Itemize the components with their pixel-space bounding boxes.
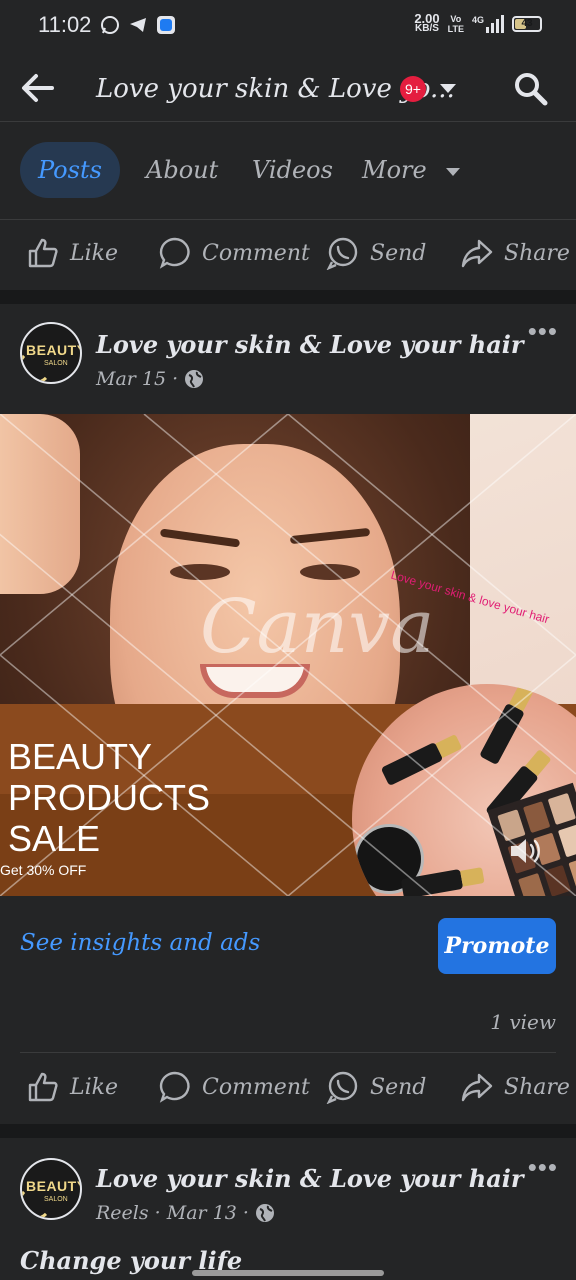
comment-icon: [159, 237, 190, 269]
post-meta: Reels · Mar 13 ·: [96, 1202, 275, 1224]
post-meta: Mar 15 ·: [96, 368, 204, 390]
tab-more-label: More: [362, 156, 427, 184]
canva-watermark: Canva: [200, 584, 435, 670]
post-author[interactable]: Love your skin & Love your hair: [96, 1164, 524, 1193]
more-options-icon[interactable]: •••: [528, 316, 558, 347]
caret-down-icon: [446, 167, 461, 176]
post-image[interactable]: Canva Love your skin & love your hair BE…: [0, 414, 576, 896]
notification-icons: [100, 15, 176, 35]
status-bar: 11:02 2.00 KB/S Vo LTE 4G 43: [0, 0, 576, 52]
send-button[interactable]: Send: [326, 236, 426, 270]
like-button[interactable]: Like: [26, 236, 118, 270]
network-speed: 2.00 KB/S: [414, 11, 440, 34]
whatsapp-send-icon: [326, 237, 358, 270]
whatsapp-send-icon: [326, 1071, 358, 1104]
signal-icon: 4G: [472, 15, 504, 33]
home-indicator[interactable]: [192, 1270, 384, 1276]
clock: 11:02: [38, 12, 92, 37]
see-insights-link[interactable]: See insights and ads: [20, 930, 260, 956]
avatar[interactable]: BEAUTY SALON: [20, 322, 82, 384]
search-icon[interactable]: [512, 70, 548, 106]
tab-more[interactable]: More: [362, 142, 461, 198]
post-actions: Like Comment Send Share: [0, 1054, 576, 1124]
like-button[interactable]: Like: [26, 1070, 118, 1104]
send-button[interactable]: Send: [326, 1070, 426, 1104]
telegram-icon: [128, 15, 148, 35]
more-options-icon[interactable]: •••: [528, 1152, 558, 1183]
tab-about[interactable]: About: [146, 142, 218, 198]
feed-gap: [0, 1124, 576, 1138]
comment-icon: [159, 1071, 190, 1103]
share-arrow-icon: [461, 1073, 493, 1102]
back-arrow-icon[interactable]: [18, 68, 58, 108]
whatsapp-icon: [100, 15, 120, 35]
chevron-down-icon[interactable]: [440, 84, 456, 93]
notification-badge[interactable]: 9+: [400, 76, 426, 102]
globe-icon: [185, 370, 204, 388]
share-button[interactable]: Share: [460, 1070, 570, 1104]
comment-button[interactable]: Comment: [158, 1070, 310, 1104]
discount-text: Get 30% OFF: [0, 862, 87, 878]
volte-indicator: Vo LTE: [447, 14, 464, 34]
share-arrow-icon: [461, 239, 493, 268]
share-button[interactable]: Share: [460, 236, 570, 270]
tab-posts[interactable]: Posts: [20, 142, 120, 198]
volume-icon[interactable]: [508, 834, 544, 868]
battery-icon: 43: [512, 16, 542, 32]
post-author[interactable]: Love your skin & Love your hair: [96, 330, 524, 359]
page-header: Love your skin & Love yo... 9+: [0, 52, 576, 122]
thumbs-up-icon: [28, 1072, 58, 1102]
feed-gap: [0, 290, 576, 304]
divider: [20, 1052, 556, 1053]
tab-videos[interactable]: Videos: [252, 142, 333, 198]
thumbs-up-icon: [28, 238, 58, 268]
promote-button[interactable]: Promote: [438, 918, 556, 974]
previous-post-actions: Like Comment Send Share: [0, 220, 576, 290]
view-count[interactable]: 1 view: [490, 1010, 556, 1034]
globe-icon: [255, 1204, 274, 1222]
avatar[interactable]: BEAUTY SALON: [20, 1158, 82, 1220]
comment-button[interactable]: Comment: [158, 236, 310, 270]
blue-app-icon: [156, 15, 176, 35]
sale-headline: BEAUTY PRODUCTS SALE: [8, 736, 211, 859]
page-tabs: Posts About Videos More: [0, 122, 576, 220]
